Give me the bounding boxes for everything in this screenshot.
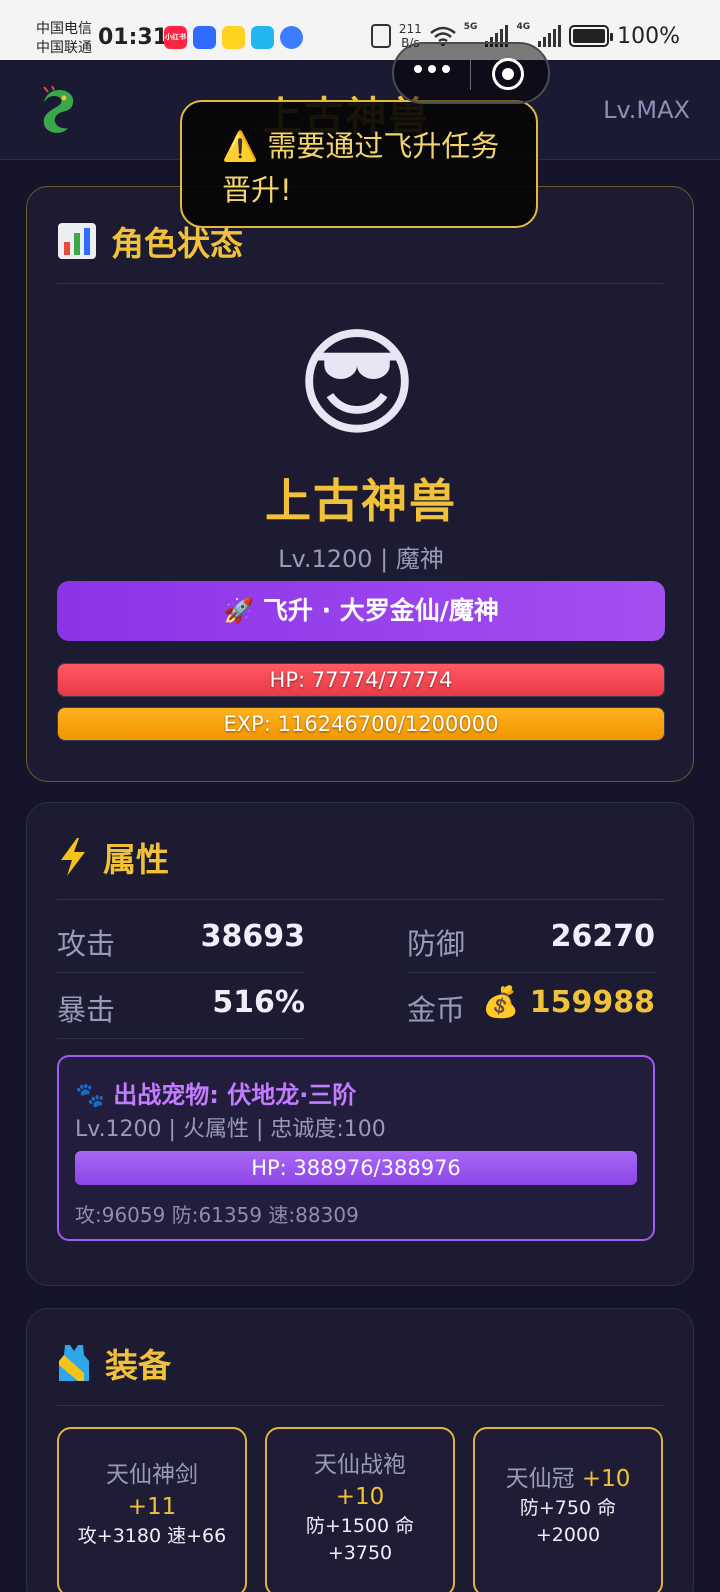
stat-label: 暴击	[57, 993, 116, 1027]
equip-plus: +10	[335, 1484, 385, 1510]
ascend-button[interactable]: 🚀 飞升 · 大罗金仙/魔神	[57, 581, 665, 641]
character-name: 上古神兽	[265, 474, 457, 528]
pet-subtitle: Lv.1200 | 火属性 | 忠诚度:100	[75, 1117, 386, 1142]
pet-stats: 攻:96059 防:61359 速:88309	[75, 1203, 359, 1227]
equip-stats: 攻+3180 速+66	[77, 1525, 227, 1547]
stat-gold: 金币 💰 159988	[407, 973, 655, 1039]
character-status-card: 角色状态 😎 上古神兽 Lv.1200 | 魔神 🚀 飞升 · 大罗金仙/魔神 …	[26, 186, 694, 782]
character-avatar: 😎	[295, 314, 419, 452]
equip-stats: 防+1500 命+3750	[305, 1515, 415, 1564]
signal-1-tag: 5G	[463, 22, 478, 32]
book-icon	[251, 26, 274, 49]
battery-percent: 100%	[617, 23, 680, 49]
stat-label: 攻击	[57, 927, 116, 961]
hp-text: HP: 77774/77774	[269, 668, 453, 692]
stat-row: 暴击 516% 金币 💰 159988	[57, 973, 665, 1039]
app-blue-icon	[193, 26, 216, 49]
equipment-list: 天仙神剑 +11 攻+3180 速+66 天仙战袍 +10 防+1500 命+3…	[57, 1427, 665, 1592]
more-menu-icon[interactable]	[414, 65, 450, 73]
stat-label: 防御	[407, 927, 466, 961]
equip-card-title-text: 装备	[105, 1346, 171, 1385]
lightning-icon	[61, 838, 85, 876]
pet-hp-text: HP: 388976/388976	[251, 1156, 461, 1180]
carrier-1: 中国电信	[36, 21, 92, 37]
toast-message: ⚠️ 需要通过飞升任务晋升!	[180, 100, 538, 228]
hp-bar: HP: 77774/77774	[57, 663, 665, 697]
stat-attack: 攻击 38693	[57, 907, 305, 973]
pet-hp-bar: HP: 388976/388976	[75, 1151, 637, 1185]
attrs-card-title-text: 属性	[103, 840, 169, 879]
exp-bar: EXP: 116246700/1200000	[57, 707, 665, 741]
vest-icon	[59, 1345, 89, 1381]
pet-title: 🐾 出战宠物: 伏地龙·三阶	[75, 1081, 357, 1109]
stat-row: 攻击 38693 防御 26270	[57, 907, 665, 973]
equip-plus: +11	[127, 1494, 177, 1520]
equip-slot-armor[interactable]: 天仙战袍 +10 防+1500 命+3750	[265, 1427, 455, 1592]
close-miniprogram-icon[interactable]	[492, 58, 524, 90]
stat-value: 38693	[200, 919, 305, 954]
app-yellow-icon	[222, 26, 245, 49]
divider	[57, 283, 663, 284]
stat-value: 516%	[212, 985, 305, 1020]
vibrate-icon	[370, 24, 391, 48]
equip-stats: 防+750 命+2000	[519, 1497, 617, 1546]
equip-slot-helmet[interactable]: 天仙冠 +10 防+750 命+2000	[473, 1427, 663, 1592]
equip-name: 天仙战袍	[314, 1452, 406, 1478]
xiaohongshu-icon: 小红书	[164, 26, 187, 49]
capsule-divider	[470, 60, 471, 90]
stat-value: 26270	[550, 919, 655, 954]
stat-crit: 暴击 516%	[57, 973, 305, 1039]
exp-text: EXP: 116246700/1200000	[223, 712, 499, 736]
miniprogram-capsule	[392, 42, 550, 104]
net-speed-value: 211	[398, 22, 422, 36]
gold-value: 💰 159988	[481, 985, 655, 1020]
equip-name-with-plus: 天仙冠 +10	[475, 1463, 661, 1495]
equip-name: 天仙冠	[505, 1466, 575, 1492]
stat-label: 金币	[407, 993, 466, 1027]
divider	[57, 899, 663, 900]
dragon-icon	[43, 86, 74, 133]
equip-name: 天仙神剑	[106, 1462, 198, 1488]
notification-icons: 小红书	[164, 26, 303, 49]
stat-defense: 防御 26270	[407, 907, 655, 973]
equip-plus: +10	[581, 1466, 631, 1492]
divider	[57, 1405, 663, 1406]
character-level-class: Lv.1200 | 魔神	[278, 545, 444, 573]
bar-chart-icon	[58, 223, 96, 259]
level-badge: Lv.MAX	[603, 96, 690, 124]
active-pet-panel[interactable]: 🐾 出战宠物: 伏地龙·三阶 Lv.1200 | 火属性 | 忠诚度:100 H…	[57, 1055, 655, 1241]
carrier-2: 中国联通	[36, 40, 92, 56]
equip-slot-weapon[interactable]: 天仙神剑 +11 攻+3180 速+66	[57, 1427, 247, 1592]
carrier-info: 中国电信 中国联通	[36, 20, 92, 58]
feather-icon	[280, 26, 303, 49]
battery-icon	[569, 25, 614, 47]
system-status-bar: 中国电信 中国联通 01:31 小红书 211 B/s 5G 4G 100%	[0, 0, 720, 60]
signal-2-icon	[538, 25, 562, 47]
equipment-card: 装备 天仙神剑 +11 攻+3180 速+66 天仙战袍 +10 防+1500 …	[26, 1308, 694, 1592]
attributes-card: 属性 攻击 38693 防御 26270 暴击 516% 金币 💰 159988…	[26, 802, 694, 1286]
clock: 01:31	[98, 25, 169, 50]
attrs-card-title: 属性	[57, 833, 169, 881]
signal-2-tag: 4G	[516, 22, 531, 32]
equip-card-title: 装备	[57, 1339, 171, 1387]
